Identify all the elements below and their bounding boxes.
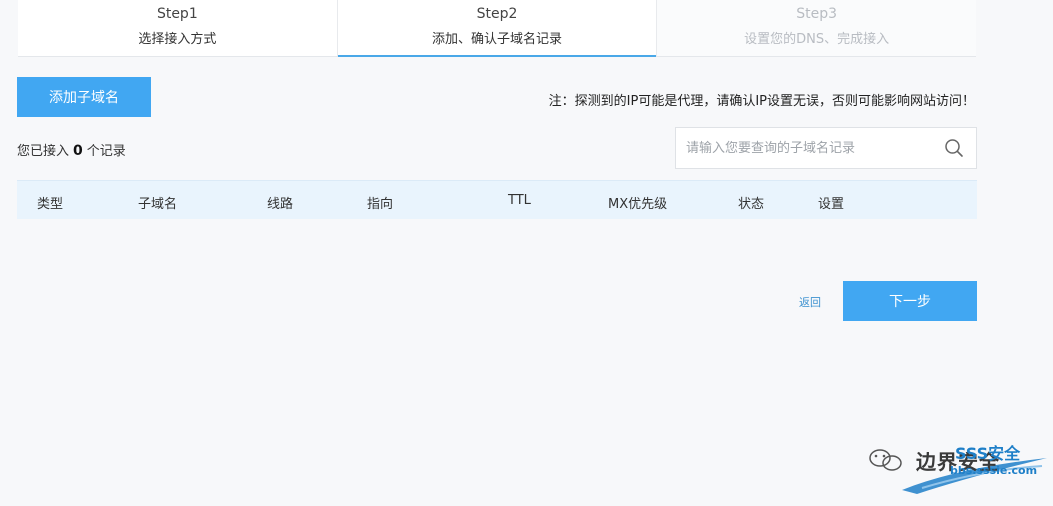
step-2: Step2 添加、确认子域名记录 bbox=[337, 0, 658, 57]
step-1-title: Step1 bbox=[156, 6, 198, 22]
record-count-prefix: 您已接入 bbox=[17, 144, 70, 159]
add-subdomain-button[interactable]: 添加子域名 bbox=[17, 77, 151, 117]
back-link[interactable]: 返回 bbox=[799, 294, 821, 310]
search-input[interactable] bbox=[676, 128, 936, 168]
column-status: 状态 bbox=[738, 197, 765, 212]
step-3-desc: 设置您的DNS、完成接入 bbox=[744, 32, 890, 47]
records-table-header: 类型 子域名 线路 指向 TTL MX优先级 状态 设置 bbox=[17, 180, 977, 219]
column-line: 线路 bbox=[267, 197, 294, 212]
record-count-suffix: 个记录 bbox=[86, 144, 126, 159]
search-icon[interactable] bbox=[944, 138, 964, 158]
step-3: Step3 设置您的DNS、完成接入 bbox=[657, 0, 977, 56]
subdomain-search bbox=[675, 127, 977, 169]
watermark-brand: SSS安全 bbox=[955, 444, 1021, 463]
step-1: Step1 选择接入方式 bbox=[18, 0, 338, 56]
column-mx-priority: MX优先级 bbox=[608, 197, 668, 212]
step-2-title: Step2 bbox=[476, 6, 518, 22]
proxy-notice: 注：探测到的IP可能是代理，请确认IP设置无误，否则可能影响网站访问！ bbox=[548, 94, 975, 109]
column-ttl: TTL bbox=[508, 193, 531, 208]
record-count: 您已接入 0 个记录 bbox=[17, 140, 126, 159]
column-subdomain: 子域名 bbox=[138, 197, 178, 212]
step-progress: Step1 选择接入方式 Step2 添加、确认子域名记录 Step3 设置您的… bbox=[18, 0, 977, 57]
column-settings: 设置 bbox=[818, 197, 845, 212]
wechat-icon bbox=[869, 449, 902, 471]
next-step-button[interactable]: 下一步 bbox=[843, 281, 977, 321]
column-target: 指向 bbox=[367, 197, 394, 212]
step-3-title: Step3 bbox=[796, 6, 838, 22]
record-count-value: 0 bbox=[73, 143, 83, 159]
step-1-desc: 选择接入方式 bbox=[138, 32, 217, 47]
step-2-desc: 添加、确认子域名记录 bbox=[432, 32, 563, 47]
column-type: 类型 bbox=[37, 197, 64, 212]
watermark-url: bbs.sssie.com bbox=[950, 464, 1038, 477]
